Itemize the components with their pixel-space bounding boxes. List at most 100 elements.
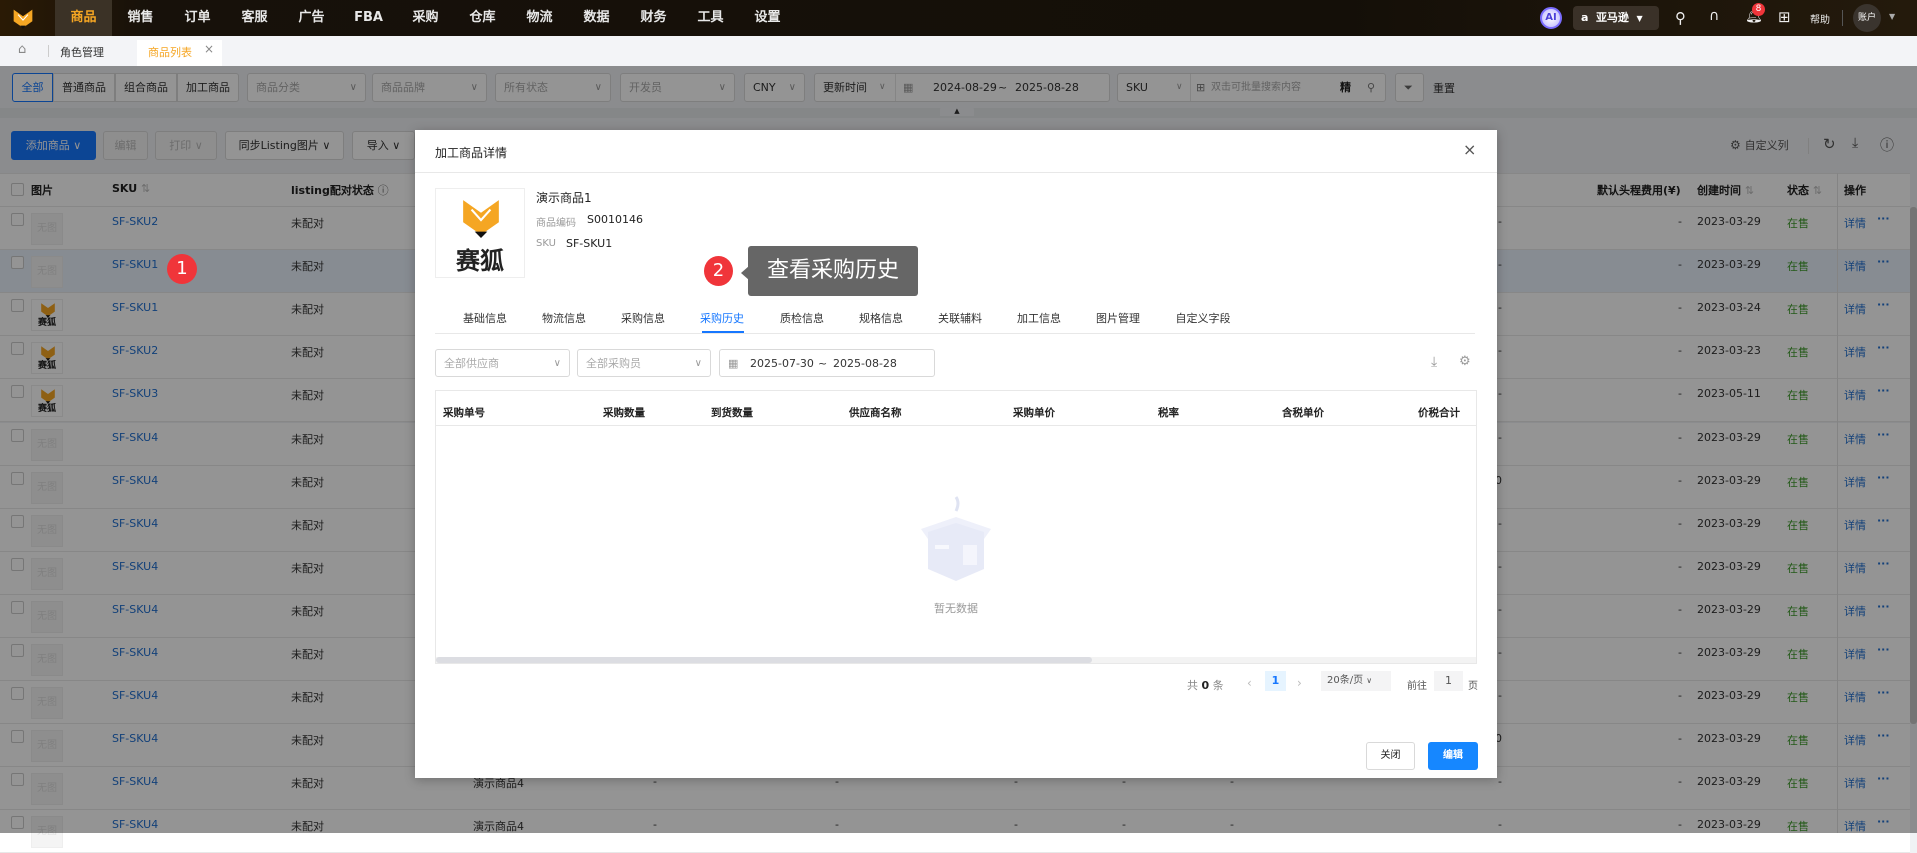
goto-page-input[interactable]: 1 — [1434, 671, 1463, 691]
column-header: 采购单价 — [1013, 407, 1055, 419]
apps-grid-icon[interactable]: ⊞ — [1778, 8, 1791, 26]
nav-item[interactable]: 订单 — [169, 0, 226, 36]
step-2-marker: 2 — [704, 256, 733, 286]
account-avatar[interactable]: 账户 — [1853, 4, 1881, 32]
close-button[interactable]: 关闭 — [1366, 742, 1415, 770]
home-icon[interactable]: ⌂ — [18, 42, 26, 57]
top-navigation: 商品 销售 订单 客服 广告 FBA 采购 仓库 物流 数据 财务 工具 设置 AI a 亚马逊 ▼ ⚲… — [0, 0, 1917, 36]
horizontal-scrollbar[interactable] — [436, 657, 1092, 663]
purchase-date-range[interactable]: ▦ 2025-07-30 ~ 2025-08-28 — [719, 349, 935, 377]
buyer-select[interactable]: 全部采购员 ∨ — [577, 349, 711, 377]
modal-tab[interactable]: 采购信息 — [621, 310, 665, 326]
settings-icon[interactable]: ⚙ — [1459, 354, 1471, 369]
date-end[interactable]: 2025-08-28 — [833, 350, 897, 377]
modal-tab[interactable]: 自定义字段 — [1176, 310, 1231, 326]
headset-icon[interactable]: ∩ — [1709, 8, 1719, 24]
amazon-icon: a — [1581, 11, 1589, 24]
tab-role-management[interactable]: 角色管理 — [60, 44, 104, 60]
nav-item[interactable]: 数据 — [568, 0, 625, 36]
nav-item[interactable]: 物流 — [511, 0, 568, 36]
nav-item[interactable]: 销售 — [112, 0, 169, 36]
fox-logo-icon — [463, 200, 499, 238]
tab-label: 商品列表 — [148, 46, 192, 59]
column-header: 税率 — [1158, 407, 1179, 419]
table-header: 采购单号 采购数量 到货数量 供应商名称 采购单价 税率 含税单价 价税合计 — [436, 391, 1476, 426]
modal-tab[interactable]: 规格信息 — [859, 310, 903, 326]
search-icon[interactable]: ⚲ — [1675, 9, 1686, 27]
purchase-history-table: 采购单号 采购数量 到货数量 供应商名称 采购单价 税率 含税单价 价税合计 暂无数据 — [435, 390, 1477, 664]
empty-box-icon — [921, 496, 991, 581]
total-suffix: 条 — [1212, 679, 1224, 692]
nav-item[interactable]: 工具 — [682, 0, 739, 36]
nav-item[interactable]: 客服 — [226, 0, 283, 36]
modal-title: 加工商品详情 — [435, 146, 508, 160]
platform-selector[interactable]: a 亚马逊 ▼ — [1573, 6, 1659, 30]
modal-tab[interactable]: 物流信息 — [542, 310, 586, 326]
total-count: 0 — [1201, 679, 1210, 692]
ai-assistant-button[interactable]: AI — [1540, 7, 1562, 29]
modal-tab[interactable]: 关联辅料 — [938, 310, 982, 326]
column-header: 采购单号 — [443, 407, 485, 419]
next-page-icon[interactable]: › — [1297, 676, 1302, 690]
help-link[interactable]: 帮助 — [1810, 11, 1830, 26]
tab-product-list[interactable]: 商品列表 × — [137, 40, 222, 66]
nav-item[interactable]: FBA — [340, 0, 397, 36]
page-size-select[interactable]: 20条/页 ∨ — [1321, 671, 1391, 691]
page-size-value: 20条/页 — [1327, 675, 1364, 686]
date-separator: ~ — [818, 357, 828, 370]
product-code: S0010146 — [587, 213, 643, 226]
product-detail-modal: 加工商品详情 × 赛狐 演示商品1 商品编码 S0010146 SKU SF-S… — [415, 130, 1497, 778]
pagination-total: 共 0 条 — [1187, 677, 1224, 693]
logo-text: 赛狐 — [456, 247, 504, 275]
sku-value: SF-SKU1 — [566, 237, 613, 250]
modal-tab[interactable]: 采购历史 — [700, 310, 744, 326]
nav-item[interactable]: 设置 — [739, 0, 796, 36]
chevron-down-icon: ∨ — [1366, 676, 1373, 685]
close-icon[interactable]: × — [204, 42, 214, 56]
column-header: 供应商名称 — [849, 407, 902, 419]
tab-divider — [435, 333, 1475, 334]
nav-item[interactable]: 商品 — [55, 0, 112, 36]
column-header: 价税合计 — [1418, 407, 1460, 419]
chevron-down-icon: ∨ — [553, 358, 561, 369]
date-start[interactable]: 2025-07-30 — [750, 350, 814, 377]
supplier-select[interactable]: 全部供应商 ∨ — [435, 349, 570, 377]
notification-badge: 8 — [1752, 3, 1765, 16]
divider — [1842, 10, 1843, 26]
download-icon[interactable]: ⤓ — [1431, 354, 1437, 370]
caret-down-icon[interactable]: ▼ — [1889, 12, 1895, 21]
product-image: 赛狐 — [435, 188, 525, 278]
total-prefix: 共 — [1187, 679, 1198, 692]
goto-label: 前往 — [1407, 681, 1427, 692]
modal-tab[interactable]: 图片管理 — [1096, 310, 1140, 326]
annotation-tooltip: 查看采购历史 — [748, 246, 918, 296]
caret-down-icon: ▼ — [1636, 14, 1643, 23]
close-icon[interactable]: × — [1463, 140, 1476, 159]
app-logo-icon[interactable] — [12, 8, 34, 30]
modal-tab[interactable]: 质检信息 — [780, 310, 824, 326]
platform-label: 亚马逊 — [1595, 11, 1629, 24]
buyer-placeholder: 全部采购员 — [586, 357, 641, 370]
goto-suffix: 页 — [1468, 681, 1478, 692]
chevron-down-icon: ∨ — [694, 358, 702, 369]
product-name: 演示商品1 — [536, 191, 592, 205]
modal-tab[interactable]: 加工信息 — [1017, 310, 1061, 326]
nav-item[interactable]: 采购 — [397, 0, 454, 36]
modal-tab[interactable]: 基础信息 — [463, 310, 507, 326]
edit-button[interactable]: 编辑 — [1428, 742, 1478, 770]
page-1-button[interactable]: 1 — [1265, 671, 1286, 691]
calendar-icon: ▦ — [728, 357, 739, 370]
page-tab-bar: ⌂ 角色管理 商品列表 × — [0, 36, 1917, 66]
product-code-label: 商品编码 — [536, 218, 576, 229]
nav-item[interactable]: 仓库 — [454, 0, 511, 36]
nav-item[interactable]: 财务 — [625, 0, 682, 36]
step-1-marker: 1 — [167, 254, 197, 284]
sku-label: SKU — [536, 238, 556, 249]
divider — [48, 45, 49, 57]
empty-text: 暂无数据 — [934, 602, 978, 615]
divider — [415, 172, 1497, 173]
column-header: 采购数量 — [603, 407, 645, 419]
nav-item[interactable]: 广告 — [283, 0, 340, 36]
prev-page-icon[interactable]: ‹ — [1247, 676, 1252, 690]
supplier-placeholder: 全部供应商 — [444, 357, 499, 370]
